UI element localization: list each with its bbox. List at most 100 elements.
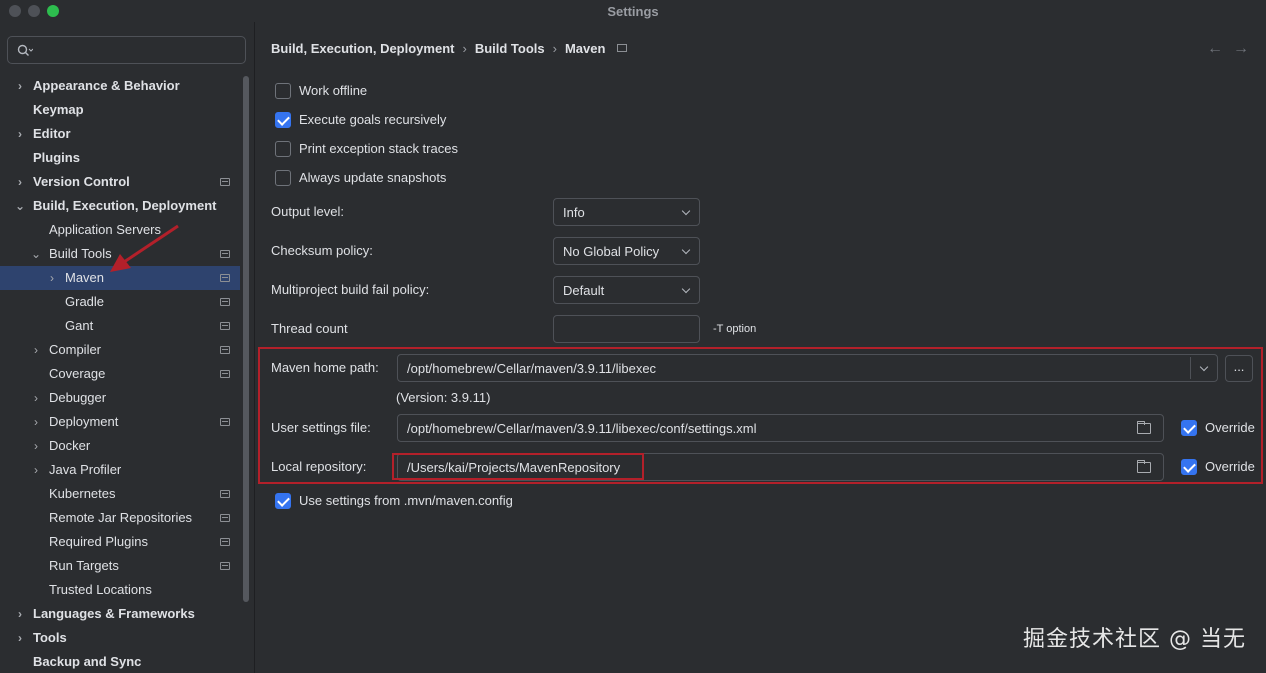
breadcrumb-separator: › — [552, 41, 557, 56]
execute-goals-recursively-label: Execute goals recursively — [299, 112, 447, 127]
sidebar-item-label: Editor — [33, 126, 71, 141]
local-repository-override-checkbox[interactable] — [1181, 459, 1197, 475]
project-scope-icon — [220, 370, 230, 378]
folder-icon[interactable] — [1137, 460, 1151, 473]
sidebar-item-application-servers[interactable]: Application Servers — [0, 218, 240, 242]
sidebar-item-remote-jar-repositories[interactable]: Remote Jar Repositories — [0, 506, 240, 530]
sidebar-item-build-tools[interactable]: ⌄ Build Tools — [0, 242, 240, 266]
sidebar-item-tools[interactable]: › Tools — [0, 626, 240, 650]
thread-count-input[interactable] — [553, 315, 700, 343]
maven-home-path-combobox[interactable]: /opt/homebrew/Cellar/maven/3.9.11/libexe… — [397, 354, 1218, 382]
sidebar-item-version-control[interactable]: › Version Control — [0, 170, 240, 194]
chevron-right-icon[interactable]: › — [14, 170, 26, 194]
browse-maven-home-button[interactable]: ... — [1225, 355, 1253, 382]
sidebar-item-compiler[interactable]: › Compiler — [0, 338, 240, 362]
sidebar-item-coverage[interactable]: Coverage — [0, 362, 240, 386]
sidebar-item-editor[interactable]: › Editor — [0, 122, 240, 146]
project-scope-icon — [220, 322, 230, 330]
sidebar-item-deployment[interactable]: › Deployment — [0, 410, 240, 434]
always-update-snapshots-checkbox[interactable] — [275, 170, 291, 186]
sidebar-item-run-targets[interactable]: Run Targets — [0, 554, 240, 578]
always-update-snapshots-label: Always update snapshots — [299, 170, 447, 185]
user-settings-file-input[interactable]: /opt/homebrew/Cellar/maven/3.9.11/libexe… — [397, 414, 1164, 442]
folder-icon[interactable] — [1137, 421, 1151, 434]
output-level-select[interactable]: Info — [553, 198, 700, 226]
sidebar-item-label: Kubernetes — [49, 486, 116, 501]
sidebar-scrollbar[interactable] — [243, 76, 249, 602]
chevron-right-icon[interactable]: › — [14, 74, 26, 98]
sidebar-item-backup-and-sync[interactable]: Backup and Sync — [0, 650, 240, 673]
thread-count-hint: -T option — [713, 323, 757, 335]
sidebar-item-java-profiler[interactable]: › Java Profiler — [0, 458, 240, 482]
title-bar: Settings — [0, 0, 1266, 22]
chevron-right-icon[interactable]: › — [14, 122, 26, 146]
chevron-right-icon[interactable]: › — [30, 410, 42, 434]
sidebar-item-debugger[interactable]: › Debugger — [0, 386, 240, 410]
chevron-down-icon[interactable] — [1199, 362, 1209, 372]
window-title: Settings — [607, 4, 659, 19]
project-scope-icon — [220, 418, 230, 426]
chevron-right-icon[interactable]: › — [30, 458, 42, 482]
local-repository-value: /Users/kai/Projects/MavenRepository — [407, 460, 621, 475]
use-mvn-maven-config-checkbox[interactable] — [275, 493, 291, 509]
sidebar-item-label: Debugger — [49, 390, 107, 405]
sidebar-item-plugins[interactable]: Plugins — [0, 146, 240, 170]
sidebar-item-label: Java Profiler — [49, 462, 122, 477]
sidebar-item-label: Application Servers — [49, 222, 161, 237]
maven-home-path-value: /opt/homebrew/Cellar/maven/3.9.11/libexe… — [407, 361, 657, 376]
chevron-down-icon — [681, 284, 691, 294]
sidebar-item-label: Docker — [49, 438, 91, 453]
work-offline-checkbox[interactable] — [275, 83, 291, 99]
chevron-down-icon — [681, 206, 691, 216]
chevron-right-icon[interactable]: › — [46, 266, 58, 290]
chevron-down-icon[interactable]: ⌄ — [30, 242, 42, 266]
sidebar-item-label: Required Plugins — [49, 534, 149, 549]
sidebar-item-kubernetes[interactable]: Kubernetes — [0, 482, 240, 506]
checksum-policy-select[interactable]: No Global Policy — [553, 237, 700, 265]
execute-goals-recursively-checkbox[interactable] — [275, 112, 291, 128]
use-mvn-maven-config-label: Use settings from .mvn/maven.config — [299, 493, 513, 508]
sidebar-item-docker[interactable]: › Docker — [0, 434, 240, 458]
sidebar-item-keymap[interactable]: Keymap — [0, 98, 240, 122]
user-settings-override-checkbox[interactable] — [1181, 420, 1197, 436]
multiproject-build-fail-policy-value: Default — [563, 283, 605, 298]
forward-arrow-icon[interactable]: → — [1233, 40, 1259, 57]
search-icon — [17, 44, 33, 56]
back-arrow-icon[interactable]: ← — [1207, 40, 1233, 57]
user-settings-override-label: Override — [1205, 420, 1255, 435]
chevron-right-icon[interactable]: › — [30, 434, 42, 458]
breadcrumb-separator: › — [462, 41, 467, 56]
maven-home-path-label: Maven home path: — [271, 360, 379, 375]
watermark-text: 掘金技术社区 @ 当无 — [1023, 627, 1246, 652]
settings-search-input[interactable] — [7, 36, 246, 64]
breadcrumb-item[interactable]: Build Tools — [475, 41, 545, 56]
print-exception-stack-traces-checkbox[interactable] — [275, 141, 291, 157]
chevron-down-icon[interactable]: ⌄ — [14, 194, 26, 218]
project-scope-icon — [220, 490, 230, 498]
chevron-right-icon[interactable]: › — [14, 602, 26, 626]
sidebar-item-label: Run Targets — [49, 558, 119, 573]
project-scope-icon — [220, 250, 230, 258]
chevron-right-icon[interactable]: › — [14, 626, 26, 650]
sidebar-item-label: Build, Execution, Deployment — [33, 198, 217, 213]
multiproject-build-fail-policy-select[interactable]: Default — [553, 276, 700, 304]
sidebar-item-build-execution-deployment[interactable]: ⌄ Build, Execution, Deployment — [0, 194, 240, 218]
sidebar-item-required-plugins[interactable]: Required Plugins — [0, 530, 240, 554]
sidebar-item-label: Trusted Locations — [49, 582, 152, 597]
multiproject-build-fail-policy-label: Multiproject build fail policy: — [271, 282, 430, 297]
sidebar-item-gant[interactable]: Gant — [0, 314, 240, 338]
chevron-right-icon[interactable]: › — [30, 386, 42, 410]
local-repository-override-label: Override — [1205, 459, 1255, 474]
user-settings-file-label: User settings file: — [271, 420, 371, 435]
sidebar-item-maven[interactable]: › Maven — [0, 266, 240, 290]
sidebar-item-languages-frameworks[interactable]: › Languages & Frameworks — [0, 602, 240, 626]
sidebar-item-appearance-behavior[interactable]: › Appearance & Behavior — [0, 74, 240, 98]
chevron-right-icon[interactable]: › — [30, 338, 42, 362]
user-settings-file-value: /opt/homebrew/Cellar/maven/3.9.11/libexe… — [407, 421, 757, 436]
sidebar-item-trusted-locations[interactable]: Trusted Locations — [0, 578, 240, 602]
breadcrumb-item[interactable]: Build, Execution, Deployment — [271, 41, 454, 56]
sidebar-item-gradle[interactable]: Gradle — [0, 290, 240, 314]
project-scope-icon — [220, 274, 230, 282]
local-repository-input[interactable]: /Users/kai/Projects/MavenRepository — [397, 453, 1164, 481]
checksum-policy-value: No Global Policy — [563, 244, 660, 259]
